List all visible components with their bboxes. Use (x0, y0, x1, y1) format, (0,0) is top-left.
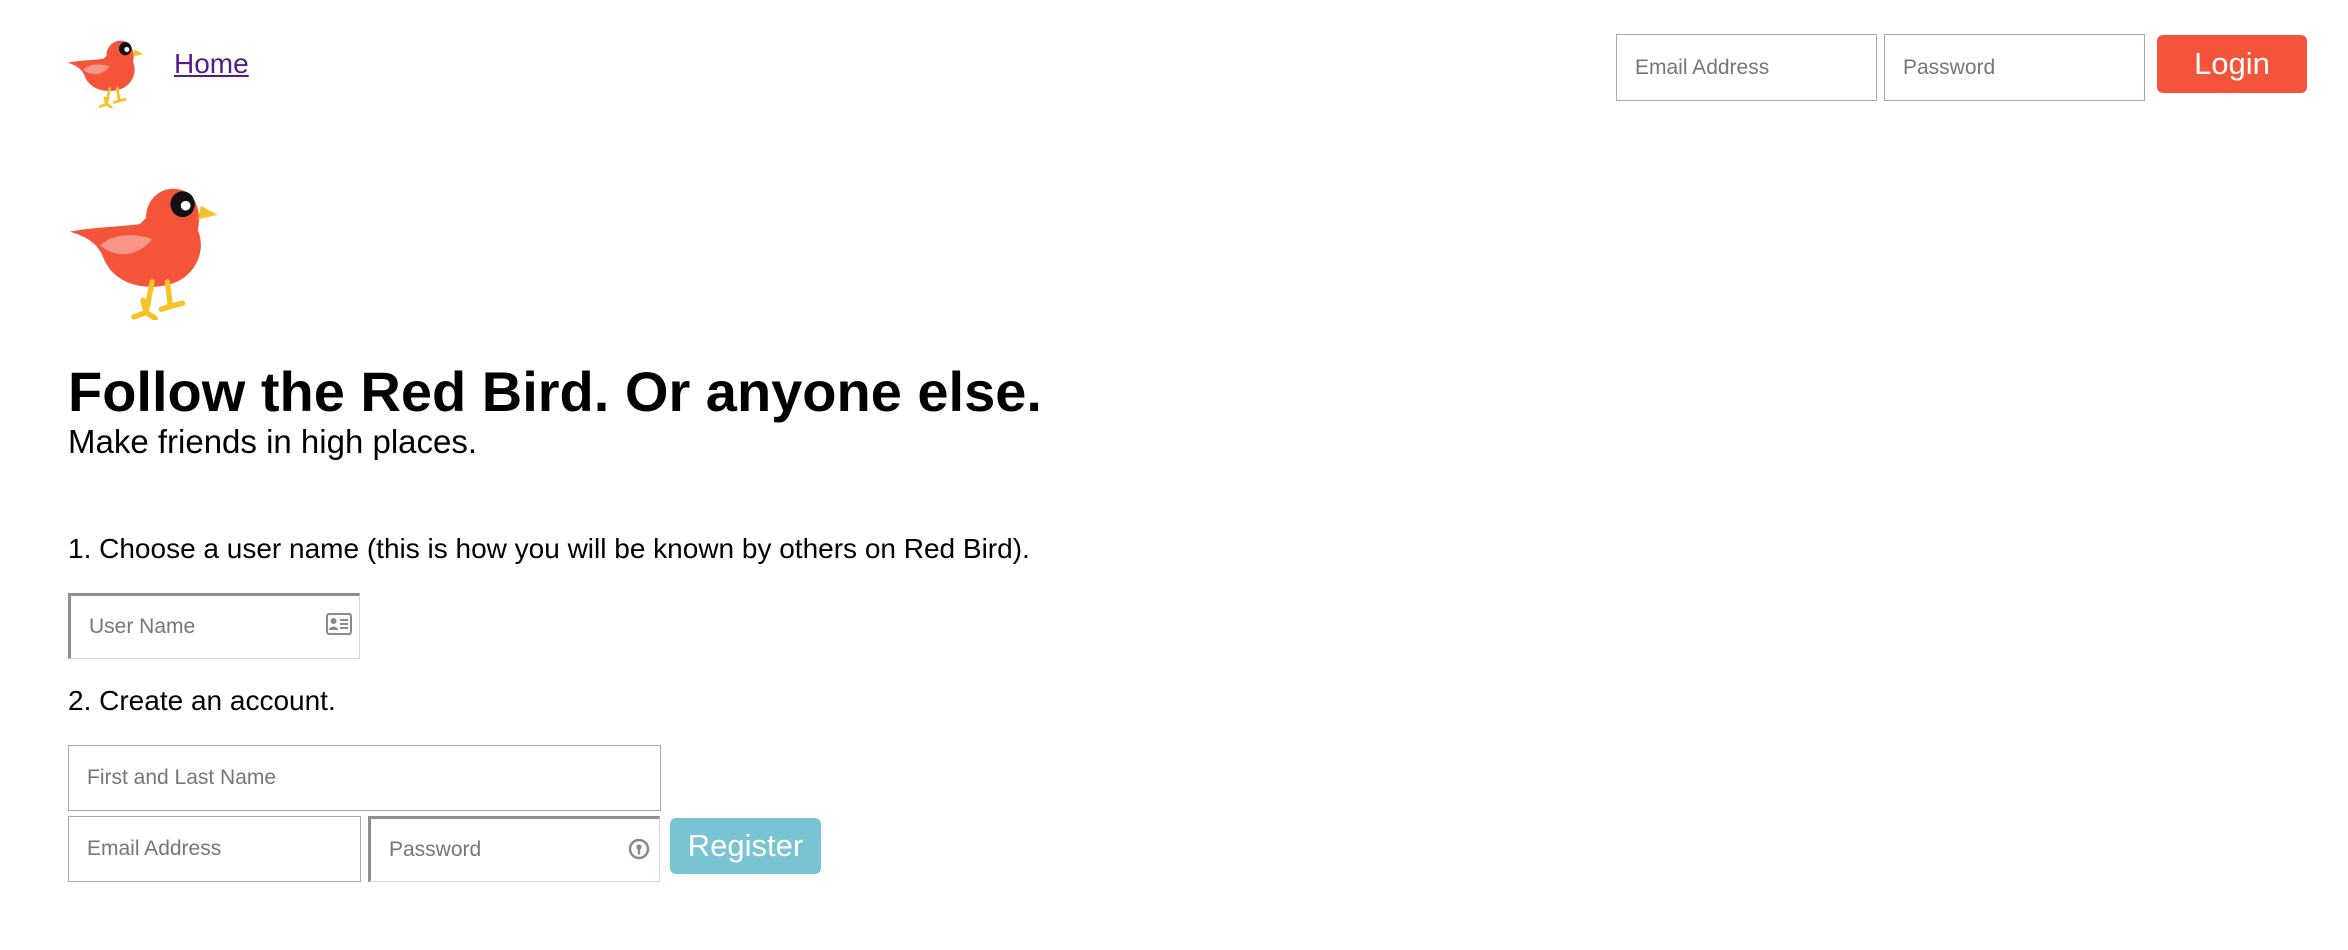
header-email-input[interactable] (1616, 34, 1877, 101)
username-input[interactable] (68, 593, 360, 659)
register-button[interactable]: Register (670, 818, 821, 874)
login-button[interactable]: Login (2157, 35, 2307, 93)
step-1-instruction: 1. Choose a user name (this is how you w… (68, 533, 1030, 564)
contact-card-icon (326, 613, 352, 635)
red-bird-logo-large (66, 160, 220, 322)
full-name-input[interactable] (68, 745, 661, 811)
step-2-instruction: 2. Create an account. (68, 685, 336, 716)
register-password-input[interactable] (368, 816, 660, 882)
red-bird-icon (67, 40, 144, 109)
page-subheadline: Make friends in high places. (68, 423, 478, 460)
password-key-icon[interactable] (627, 836, 651, 862)
home-link[interactable]: Home (174, 48, 249, 80)
red-bird-icon (69, 188, 218, 322)
page-headline: Follow the Red Bird. Or anyone else. (68, 360, 1042, 423)
red-bird-logo-small (66, 26, 144, 109)
register-email-input[interactable] (68, 816, 361, 882)
header-password-input[interactable] (1884, 34, 2145, 101)
